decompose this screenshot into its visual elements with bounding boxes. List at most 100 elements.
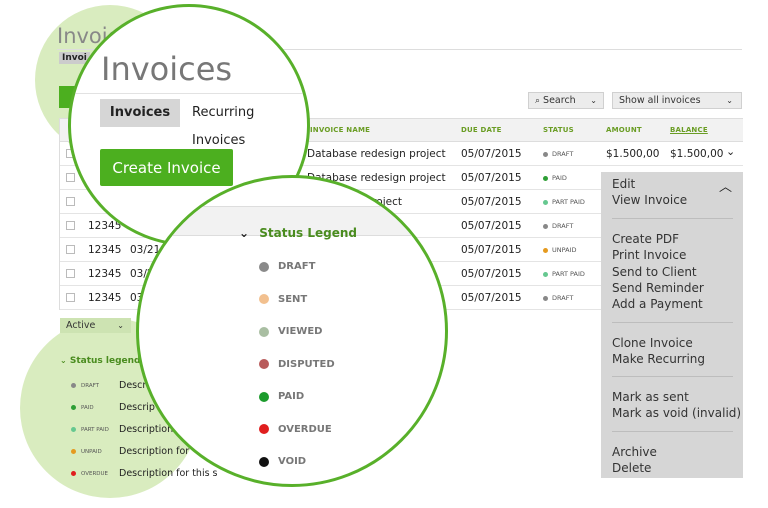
menu-item-mark-as-sent[interactable]: Mark as sent	[612, 390, 689, 404]
row-checkbox[interactable]	[66, 293, 75, 302]
col-due-date[interactable]: DUE DATE	[461, 126, 502, 134]
legend-label: DRAFT	[81, 382, 100, 389]
filter-label: Show all invoices	[619, 95, 701, 106]
col-invoice-name[interactable]: INVOICE NAME	[310, 126, 370, 134]
row-invoice-number: 12345	[88, 268, 122, 280]
legend-label: UNPAID	[81, 448, 102, 455]
row-invoice-name: Database redesign project	[307, 148, 446, 160]
status-label: DRAFT	[552, 294, 574, 302]
status-badge: PART PAID	[543, 270, 585, 278]
search-select[interactable]: ⌕ Search ⌄	[528, 92, 604, 109]
legend-label: OVERDUE	[278, 423, 332, 435]
status-label: PART PAID	[552, 198, 585, 206]
menu-item-delete[interactable]: Delete	[612, 461, 651, 475]
menu-item-send-reminder[interactable]: Send Reminder	[612, 281, 704, 295]
row-checkbox[interactable]	[66, 269, 75, 278]
page-title: Invoices	[101, 50, 233, 88]
row-checkbox[interactable]	[66, 245, 75, 254]
legend-dot	[71, 449, 76, 454]
menu-item-view-invoice[interactable]: View Invoice	[612, 193, 687, 207]
invoice-filter-select[interactable]: Show all invoices ⌄	[612, 92, 742, 109]
row-amount: $1.500,00	[606, 148, 660, 160]
legend-label: DRAFT	[278, 261, 316, 272]
legend-label: PAID	[81, 404, 94, 411]
status-label: PAID	[552, 174, 567, 182]
menu-item-archive[interactable]: Archive	[612, 445, 657, 459]
legend-dot	[259, 261, 269, 272]
context-menu: ︿ Edit View Invoice Create PDF Print Invoic…	[601, 172, 743, 478]
legend-label: PART PAID	[81, 426, 109, 433]
menu-item-send-to-client[interactable]: Send to Client	[612, 265, 697, 279]
col-inv-number[interactable]: INV #	[146, 216, 175, 226]
row-due-date: 05/07/2015	[461, 196, 522, 208]
small-legend-item: PAID Descrip	[71, 402, 155, 413]
row-due-date: 05/07/2015	[461, 292, 522, 304]
status-label: DRAFT	[552, 222, 574, 230]
legend-label: OVERDUE	[81, 470, 109, 477]
col-balance[interactable]: BALANCE	[670, 126, 708, 134]
row-checkbox[interactable]	[66, 197, 75, 206]
status-dot	[543, 247, 548, 253]
menu-item-print-invoice[interactable]: Print Invoice	[612, 248, 686, 262]
legend-dot	[259, 294, 269, 304]
chevron-down-icon: ⌄	[726, 96, 733, 105]
tab-invoices[interactable]: Invoices	[100, 99, 180, 127]
menu-item-add-a-payment[interactable]: Add a Payment	[612, 297, 703, 311]
status-label: PART PAID	[552, 270, 585, 278]
menu-item-clone-invoice[interactable]: Clone Invoice	[612, 336, 693, 350]
col-amount[interactable]: AMOUNT	[606, 126, 642, 134]
chevron-up-icon[interactable]: ︿	[719, 176, 732, 195]
legend-dot	[71, 427, 76, 432]
legend-dot	[71, 405, 76, 410]
legend-label: DISPUTED	[278, 358, 335, 370]
legend-description: Description	[119, 424, 174, 435]
legend-item: DRAFT	[259, 261, 315, 272]
zoom-circle-legend: INV # ⌄ Status Legend DRAFT SENT VIEWED DIS…	[136, 175, 448, 487]
small-legend-title[interactable]: ⌄ Status legend	[60, 356, 141, 366]
menu-item-create-pdf[interactable]: Create PDF	[612, 232, 679, 246]
row-balance: $1.500,00	[670, 148, 724, 160]
legend-label: PAID	[278, 391, 305, 402]
active-filter-select[interactable]: Active ⌄	[60, 318, 131, 333]
row-due-date: 05/07/2015	[461, 148, 522, 160]
legend-description: Description for	[119, 446, 190, 457]
menu-item-mark-as-void-invalid[interactable]: Mark as void (invalid)	[612, 406, 741, 420]
chevron-down-icon: ⌄	[117, 321, 124, 330]
small-legend-item: UNPAID Description for	[71, 446, 189, 457]
status-label: UNPAID	[552, 246, 577, 254]
chevron-down-icon: ⌄	[590, 96, 597, 105]
create-invoice-button[interactable]: Create Invoice	[100, 149, 233, 186]
status-badge: PART PAID	[543, 198, 585, 206]
row-expand-chevron-icon[interactable]: ⌄	[726, 145, 735, 158]
legend-item: PAID	[259, 391, 304, 402]
status-badge: UNPAID	[543, 246, 577, 254]
status-badge: DRAFT	[543, 294, 573, 302]
menu-divider	[612, 376, 733, 377]
legend-item: VIEWED	[259, 326, 322, 337]
row-invoice-number: 12345	[88, 244, 122, 256]
legend-dot	[71, 383, 76, 388]
row-due-date: 05/07/2015	[461, 220, 522, 232]
legend-label: VOID	[278, 456, 307, 467]
search-label: Search	[543, 95, 576, 106]
legend-dot	[259, 359, 269, 369]
row-due-date: 05/07/2015	[461, 268, 522, 280]
menu-item-edit[interactable]: Edit	[612, 177, 635, 191]
chevron-down-icon: ⌄	[239, 226, 250, 240]
row-checkbox[interactable]	[66, 221, 75, 230]
status-legend-title[interactable]: ⌄ Status Legend	[239, 226, 357, 240]
legend-dot	[259, 326, 269, 337]
row-due-date: 05/07/2015	[461, 172, 522, 184]
menu-item-make-recurring[interactable]: Make Recurring	[612, 352, 705, 366]
status-dot	[543, 175, 548, 181]
row-checkbox[interactable]	[66, 173, 75, 182]
row-invoice-number: 12345	[88, 292, 122, 304]
status-legend-title-text: Status Legend	[259, 226, 357, 240]
col-status[interactable]: STATUS	[543, 126, 574, 134]
legend-item: DISPUTED	[259, 359, 335, 370]
tab-recurring-invoices[interactable]: Recurring Invoices	[192, 99, 307, 155]
legend-description: Description for this s	[119, 468, 218, 479]
legend-dot	[71, 471, 76, 476]
small-legend-item: OVERDUE Description for this s	[71, 468, 218, 479]
legend-item: OVERDUE	[259, 424, 332, 435]
